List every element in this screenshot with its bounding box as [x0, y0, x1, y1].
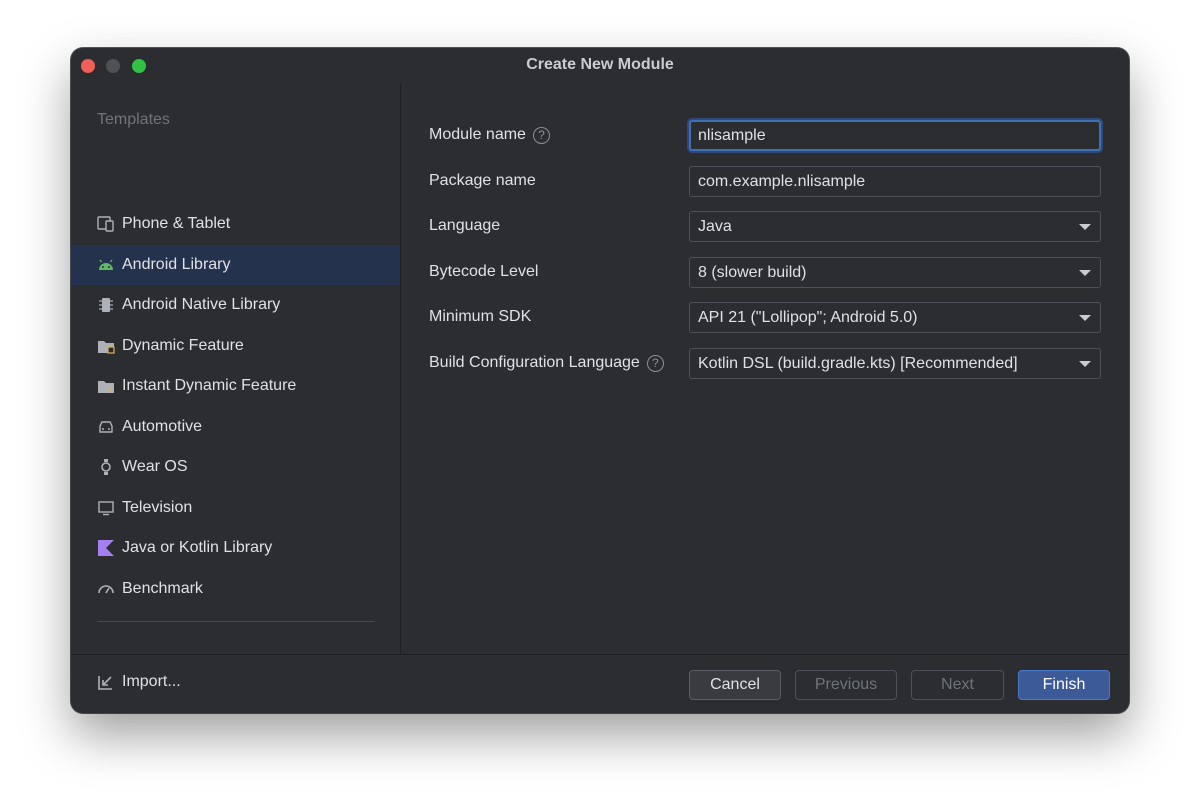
sidebar-item-label: Android Library	[122, 256, 231, 273]
templates-sidebar: Templates Phone & Tablet Android Library…	[71, 84, 401, 690]
finish-button[interactable]: Finish	[1018, 670, 1110, 700]
tv-icon	[97, 499, 115, 517]
phone-tablet-icon	[97, 215, 115, 233]
gauge-icon	[97, 580, 115, 598]
bytecode-level-value: 8 (slower build)	[698, 263, 807, 281]
language-value: Java	[698, 217, 732, 235]
sidebar-item-automotive[interactable]: Automotive	[71, 407, 400, 447]
sidebar-item-television[interactable]: Television	[71, 488, 400, 528]
package-name-row: Package name	[429, 166, 1101, 198]
previous-button[interactable]: Previous	[795, 670, 897, 700]
chip-icon	[97, 296, 115, 314]
minimum-sdk-value: API 21 ("Lollipop"; Android 5.0)	[698, 308, 918, 326]
android-icon	[97, 256, 115, 274]
sidebar-item-phone-tablet[interactable]: Phone & Tablet	[71, 204, 400, 244]
build-config-label-wrap: Build Configuration Language ?	[429, 354, 664, 372]
sidebar-item-label: Android Native Library	[122, 296, 281, 313]
sidebar-item-android-native-library[interactable]: Android Native Library	[71, 285, 400, 325]
next-button[interactable]: Next	[911, 670, 1004, 700]
language-row: Language Java	[429, 211, 1101, 243]
language-select[interactable]: Java	[689, 211, 1101, 242]
sidebar-item-label: Dynamic Feature	[122, 337, 244, 354]
watch-icon	[97, 458, 115, 476]
build-config-language-label: Build Configuration Language	[429, 354, 640, 371]
templates-heading: Templates	[97, 111, 170, 128]
module-name-field[interactable]	[689, 120, 1101, 151]
sidebar-item-java-kotlin-library[interactable]: Java or Kotlin Library	[71, 528, 400, 568]
sidebar-item-label: Benchmark	[122, 580, 203, 597]
bytecode-level-select[interactable]: 8 (slower build)	[689, 257, 1101, 288]
title-bar: Create New Module	[71, 48, 1129, 84]
module-name-row: Module name ?	[429, 120, 1101, 152]
sidebar-item-label: Java or Kotlin Library	[122, 539, 273, 556]
chevron-down-icon	[1079, 224, 1091, 230]
sidebar-item-label: Television	[122, 499, 193, 516]
sidebar-item-label: Phone & Tablet	[122, 215, 231, 232]
help-icon[interactable]: ?	[532, 126, 550, 144]
module-name-label: Module name	[429, 126, 526, 143]
module-form: Module name ? Package name Language Java…	[401, 84, 1129, 654]
sidebar-item-wear-os[interactable]: Wear OS	[71, 447, 400, 487]
language-label: Language	[429, 217, 501, 234]
sidebar-item-benchmark[interactable]: Benchmark	[71, 569, 400, 609]
sidebar-item-label: Wear OS	[122, 458, 188, 475]
folder-dynamic-icon	[97, 337, 115, 355]
package-name-field[interactable]	[689, 166, 1101, 197]
module-name-label-wrap: Module name ?	[429, 126, 550, 144]
chevron-down-icon	[1079, 361, 1091, 367]
build-config-language-select[interactable]: Kotlin DSL (build.gradle.kts) [Recommend…	[689, 348, 1101, 379]
bytecode-level-label: Bytecode Level	[429, 263, 539, 280]
minimum-sdk-row: Minimum SDK API 21 ("Lollipop"; Android …	[429, 302, 1101, 334]
window-title: Create New Module	[526, 56, 674, 73]
dialog-footer: Cancel Previous Next Finish	[71, 654, 1129, 713]
chevron-down-icon	[1079, 270, 1091, 276]
sidebar-item-dynamic-feature[interactable]: Dynamic Feature	[71, 326, 400, 366]
package-name-label: Package name	[429, 172, 536, 189]
build-config-language-row: Build Configuration Language ? Kotlin DS…	[429, 348, 1101, 380]
bytecode-level-row: Bytecode Level 8 (slower build)	[429, 257, 1101, 289]
kotlin-icon	[97, 539, 115, 557]
sidebar-item-label: Instant Dynamic Feature	[122, 377, 297, 394]
chevron-down-icon	[1079, 315, 1091, 321]
sidebar-divider	[97, 621, 375, 622]
minimum-sdk-label: Minimum SDK	[429, 308, 532, 325]
sidebar-item-android-library[interactable]: Android Library	[71, 245, 400, 285]
folder-instant-icon	[97, 377, 115, 395]
sidebar-item-instant-dynamic-feature[interactable]: Instant Dynamic Feature	[71, 366, 400, 406]
car-icon	[97, 418, 115, 436]
dialog-window: Create New Module Templates Phone & Tabl…	[71, 48, 1129, 713]
help-icon[interactable]: ?	[646, 354, 664, 372]
sidebar-item-label: Automotive	[122, 418, 203, 435]
minimum-sdk-select[interactable]: API 21 ("Lollipop"; Android 5.0)	[689, 302, 1101, 333]
build-config-language-value: Kotlin DSL (build.gradle.kts) [Recommend…	[698, 354, 1018, 372]
cancel-button[interactable]: Cancel	[689, 670, 781, 700]
